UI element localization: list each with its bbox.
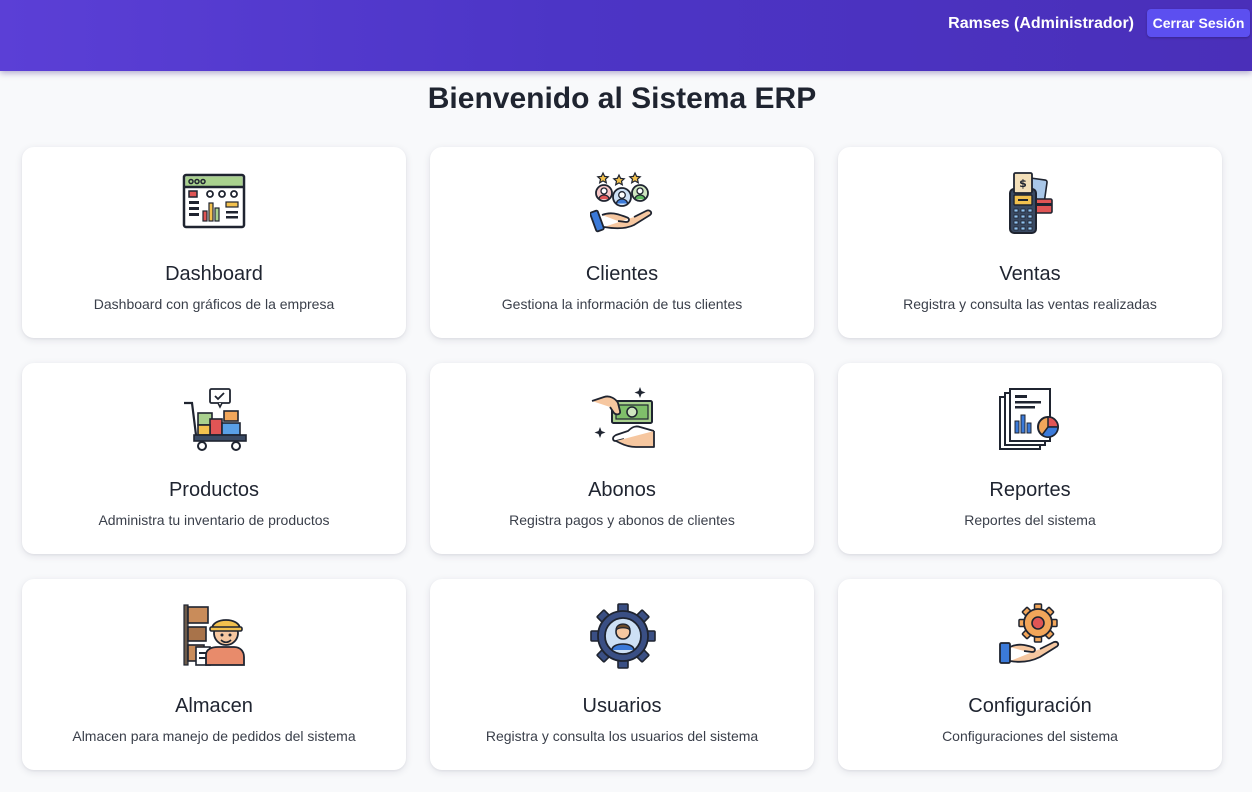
card-description: Almacen para manejo de pedidos del siste… (72, 728, 356, 744)
card-abonos[interactable]: Abonos Registra pagos y abonos de client… (430, 363, 814, 554)
card-title: Clientes (585, 263, 659, 285)
settings-gear-icon (998, 603, 1064, 669)
card-title: Dashboard (165, 263, 263, 285)
reports-icon (998, 387, 1064, 453)
card-description: Reportes del sistema (964, 512, 1096, 528)
card-title: Reportes (989, 479, 1071, 501)
warehouse-worker-icon (182, 603, 248, 669)
card-title: Ventas (999, 263, 1061, 285)
card-ventas[interactable]: $ Ventas Registra y consulta las ventas … (838, 147, 1222, 338)
card-clientes[interactable]: Clientes Gestiona la información de tus … (430, 147, 814, 338)
card-title: Almacen (175, 695, 253, 717)
card-description: Registra y consulta los usuarios del sis… (485, 728, 759, 744)
payment-icon (590, 387, 656, 453)
card-description: Dashboard con gráficos de la empresa (93, 296, 335, 312)
card-usuarios[interactable]: Usuarios Registra y consulta los usuario… (430, 579, 814, 770)
clients-icon (590, 171, 656, 237)
card-description: Registra y consulta las ventas realizada… (903, 296, 1157, 312)
card-almacen[interactable]: Almacen Almacen para manejo de pedidos d… (22, 579, 406, 770)
user-gear-icon (590, 603, 656, 669)
logout-button[interactable]: Cerrar Sesión (1147, 9, 1250, 37)
card-productos[interactable]: Productos Administra tu inventario de pr… (22, 363, 406, 554)
top-navbar: Ramses (Administrador) Cerrar Sesión (0, 0, 1252, 71)
card-description: Gestiona la información de tus clientes (501, 296, 743, 312)
card-title: Configuración (968, 695, 1092, 717)
card-title: Usuarios (582, 695, 662, 717)
user-label: Ramses (Administrador) (948, 15, 1134, 32)
card-title: Abonos (588, 479, 656, 501)
dashboard-icon (182, 171, 248, 237)
card-description: Configuraciones del sistema (942, 728, 1118, 744)
pos-terminal-icon: $ (998, 171, 1064, 237)
svg-text:$: $ (1019, 177, 1027, 190)
card-description: Registra pagos y abonos de clientes (509, 512, 735, 528)
card-reportes[interactable]: Reportes Reportes del sistema (838, 363, 1222, 554)
cart-icon (182, 387, 248, 453)
card-dashboard[interactable]: Dashboard Dashboard con gráficos de la e… (22, 147, 406, 338)
card-description: Administra tu inventario de productos (98, 512, 330, 528)
page-title: Bienvenido al Sistema ERP (427, 82, 817, 115)
card-configuracion[interactable]: Configuración Configuraciones del sistem… (838, 579, 1222, 770)
card-title: Productos (168, 479, 260, 501)
